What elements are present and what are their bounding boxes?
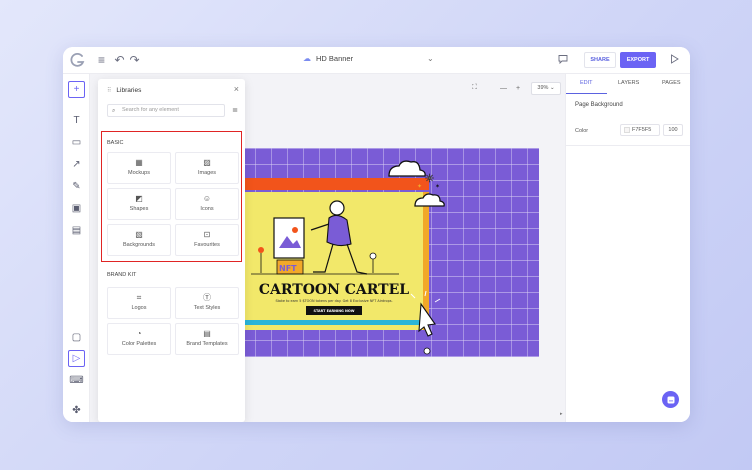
frame-tool-icon[interactable]: ▢ xyxy=(68,329,85,346)
document-title[interactable]: ☁ HD Banner xyxy=(303,54,353,63)
tool-rail: + T ▭ ↗ ✎ ▣ ▤ ▢ ▷ ⌨ ✤ xyxy=(63,74,90,422)
tab-edit[interactable]: EDIT xyxy=(580,80,593,86)
redo-icon[interactable]: ↷ xyxy=(127,53,142,68)
close-icon[interactable]: × xyxy=(234,84,239,94)
tile-label: Mockups xyxy=(127,170,150,176)
banner-subtext: Stake to earn 5 $TOON tokens per day. Ge… xyxy=(275,299,392,303)
tile-label: Backgrounds xyxy=(122,242,156,248)
zoom-level-select[interactable]: 39% ⌄ xyxy=(531,82,561,95)
fit-screen-icon[interactable]: ⛶ xyxy=(472,81,477,95)
backgrounds-icon: ▧ xyxy=(135,230,143,239)
library-tile-mockups[interactable]: ▦ Mockups xyxy=(107,152,171,184)
tab-pages[interactable]: PAGES xyxy=(662,80,681,86)
zoom-in-button[interactable]: + xyxy=(516,81,520,95)
palette-icon: ◔ xyxy=(136,329,142,338)
smiley-icon: ☺ xyxy=(202,194,212,203)
nft-badge: NFT xyxy=(279,264,297,273)
tab-layers[interactable]: LAYERS xyxy=(618,80,639,86)
tile-label: Logos xyxy=(131,305,147,311)
chat-icon xyxy=(667,396,674,403)
library-tile-logos[interactable]: ⌗ Logos xyxy=(107,287,171,319)
search-icon: ⌕ xyxy=(112,108,116,114)
undo-icon[interactable]: ↶ xyxy=(112,53,127,68)
opacity-input[interactable]: 100 xyxy=(663,124,683,136)
text-tool-icon[interactable]: T xyxy=(68,112,85,129)
libraries-title: Libraries xyxy=(116,87,142,94)
svg-text:✶: ✶ xyxy=(435,183,440,190)
library-tile-images[interactable]: ▨ Images xyxy=(175,152,239,184)
collapse-panel-icon[interactable]: ▸ xyxy=(560,411,563,417)
divider xyxy=(566,145,690,146)
color-swatch[interactable] xyxy=(624,127,630,133)
banner-artwork[interactable]: ✳ ✦ ✶ NFT CARTOON CARTEL Stake to earn 5… xyxy=(239,148,539,357)
image-tool-icon[interactable]: ▣ xyxy=(68,200,85,217)
chevron-down-icon[interactable]: ⌄ xyxy=(427,54,434,63)
library-tile-brand-templates[interactable]: ▤ Brand Templates xyxy=(175,323,239,355)
keyboard-icon[interactable]: ⌨ xyxy=(68,372,85,389)
tile-label: Color Palettes xyxy=(121,341,157,347)
menu-icon[interactable]: ≡ xyxy=(94,53,109,68)
banner-headline: CARTOON CARTEL xyxy=(259,282,409,298)
banner-cta: START EARNING NOW xyxy=(314,309,355,313)
add-element-icon[interactable]: + xyxy=(68,81,85,98)
image-icon: ▨ xyxy=(203,158,211,167)
svg-text:✳: ✳ xyxy=(425,172,434,185)
library-tile-backgrounds[interactable]: ▧ Backgrounds xyxy=(107,224,171,256)
chat-support-button[interactable] xyxy=(662,391,679,408)
tile-label: Icons xyxy=(200,206,214,212)
mockup-icon: ▦ xyxy=(135,158,143,167)
svg-text:✦: ✦ xyxy=(417,183,422,190)
line-tool-icon[interactable]: ↗ xyxy=(68,156,85,173)
active-tab-indicator xyxy=(566,93,607,94)
tile-label: Shapes xyxy=(129,206,149,212)
color-hex-value: F7F5F5 xyxy=(632,127,652,133)
tile-label: Images xyxy=(197,170,217,176)
table-tool-icon[interactable]: ▤ xyxy=(68,222,85,239)
pen-tool-icon[interactable]: ✎ xyxy=(68,178,85,195)
library-tile-color-palettes[interactable]: ◔ Color Palettes xyxy=(107,323,171,355)
share-button[interactable]: SHARE xyxy=(584,52,616,68)
comment-icon[interactable] xyxy=(555,53,570,68)
shapes-icon: ◩ xyxy=(135,194,143,203)
text-style-icon: Ⓣ xyxy=(203,293,211,302)
export-button[interactable]: EXPORT xyxy=(620,52,656,68)
drag-handle-icon[interactable]: ⠿ xyxy=(107,87,111,94)
search-placeholder: Search for any element xyxy=(122,107,179,113)
shape-tool-icon[interactable]: ▭ xyxy=(68,134,85,151)
zoom-level: 39% xyxy=(537,85,549,91)
play-icon[interactable] xyxy=(667,53,682,68)
library-tile-icons[interactable]: ☺ Icons xyxy=(175,188,239,220)
brand-kit-section-label: BRAND KIT xyxy=(107,272,137,278)
search-input[interactable]: ⌕ Search for any element xyxy=(107,104,225,117)
tile-label: Brand Templates xyxy=(186,341,228,347)
library-tile-favourites[interactable]: ⊡ Favourites xyxy=(175,224,239,256)
color-label: Color xyxy=(575,128,589,134)
settings-icon[interactable]: ✤ xyxy=(68,402,85,419)
library-tile-shapes[interactable]: ◩ Shapes xyxy=(107,188,171,220)
library-tile-text-styles[interactable]: Ⓣ Text Styles xyxy=(175,287,239,319)
filter-icon[interactable]: ≣ xyxy=(232,106,238,114)
tile-label: Text Styles xyxy=(193,305,221,311)
basic-section-label: BASIC xyxy=(107,140,124,146)
top-bar: ≡ ↶ ↷ ☁ HD Banner ⌄ SHARE EXPORT xyxy=(63,47,690,74)
libraries-panel: ⠿ Libraries × ⌕ Search for any element ≣… xyxy=(98,79,245,422)
properties-panel: EDIT LAYERS PAGES Page Background Color … xyxy=(565,74,690,422)
app-logo-icon[interactable] xyxy=(69,52,86,69)
color-hex-input[interactable]: F7F5F5 xyxy=(620,124,660,136)
logo-icon: ⌗ xyxy=(136,293,142,302)
favourites-icon: ⊡ xyxy=(203,230,211,239)
page-background-title: Page Background xyxy=(575,102,623,108)
template-icon: ▤ xyxy=(203,329,211,338)
editor-window: ≡ ↶ ↷ ☁ HD Banner ⌄ SHARE EXPORT + T ▭ ↗… xyxy=(63,47,690,422)
cloud-icon: ☁ xyxy=(303,54,311,63)
document-title-text: HD Banner xyxy=(316,54,354,63)
libraries-header: ⠿ Libraries xyxy=(107,87,141,94)
zoom-out-button[interactable]: — xyxy=(500,81,507,95)
tile-label: Favourites xyxy=(194,242,220,248)
select-tool-icon[interactable]: ▷ xyxy=(68,350,85,367)
